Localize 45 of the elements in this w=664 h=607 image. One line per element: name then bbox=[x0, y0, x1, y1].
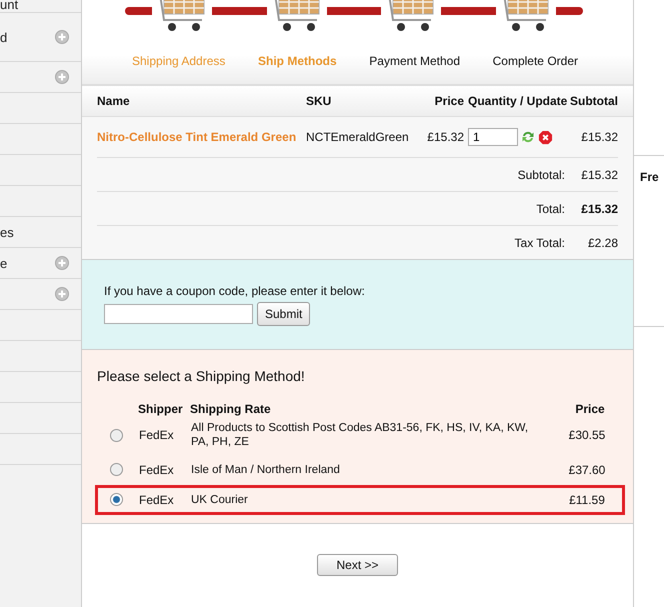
highlighted-row[interactable]: FedEx UK Courier £11.59 bbox=[95, 484, 625, 515]
total-value: £15.32 bbox=[580, 202, 618, 216]
column-header: Name bbox=[97, 94, 131, 108]
radio-button[interactable] bbox=[110, 463, 123, 476]
table-cell-text: £37.60 bbox=[568, 462, 606, 477]
table-cell-text: NCTEmeraldGreen bbox=[306, 130, 410, 144]
section-title: Please select a Shipping Method! bbox=[97, 368, 306, 384]
radio-button[interactable] bbox=[110, 493, 123, 506]
column-header: Shipper bbox=[138, 402, 184, 416]
table-cell-text: UK Courier bbox=[191, 492, 249, 507]
checkout-step[interactable]: Payment Method bbox=[369, 54, 460, 68]
column-header: Price bbox=[434, 94, 465, 108]
column-header: Quantity / Update bbox=[468, 94, 568, 108]
delete-icon[interactable] bbox=[538, 130, 553, 144]
panel-heading: Fre bbox=[640, 170, 659, 184]
total-value: £15.32 bbox=[580, 168, 618, 182]
next-button[interactable]: Next >> bbox=[317, 554, 398, 576]
submit-button[interactable]: Submit bbox=[257, 302, 310, 326]
sidebar-item[interactable]: e bbox=[0, 248, 81, 279]
table-cell-text: £30.55 bbox=[568, 428, 606, 442]
table-cell-text: £15.32 bbox=[426, 130, 465, 144]
table-cell-text: £11.59 bbox=[568, 492, 606, 507]
table-cell-text: £15.32 bbox=[580, 130, 618, 144]
table-cell-text: FedEx bbox=[139, 428, 175, 442]
sidebar-item[interactable]: d bbox=[0, 13, 81, 62]
radio-button[interactable] bbox=[110, 428, 123, 442]
refresh-icon[interactable] bbox=[520, 129, 536, 145]
column-header: Price bbox=[574, 402, 606, 416]
coupon-field[interactable] bbox=[104, 304, 253, 324]
total-label: Subtotal: bbox=[518, 168, 565, 182]
table-cell-text: All Products to Scottish Post Codes AB31-56, FK, HS, IV, KA, KW, PA, PH, ZE bbox=[191, 421, 530, 450]
table-cell-text: Isle of Man / Northern Ireland bbox=[191, 462, 341, 477]
quantity-field[interactable]: 1 bbox=[468, 128, 518, 146]
total-label: Tax Total: bbox=[514, 236, 565, 250]
coupon-prompt: If you have a coupon code, please enter it below: bbox=[104, 284, 366, 298]
sidebar-item[interactable]: es bbox=[0, 217, 81, 248]
total-label: Total: bbox=[536, 202, 565, 216]
checkout-step[interactable]: Complete Order bbox=[492, 54, 578, 68]
column-header: Shipping Rate bbox=[190, 402, 272, 416]
table-cell-text: FedEx bbox=[139, 492, 175, 507]
total-value: £2.28 bbox=[586, 236, 618, 250]
sidebar-item[interactable]: unt bbox=[0, 0, 81, 13]
column-header: SKU bbox=[306, 94, 332, 108]
table-cell-text: FedEx bbox=[139, 462, 175, 477]
column-header: Subtotal bbox=[569, 94, 618, 108]
